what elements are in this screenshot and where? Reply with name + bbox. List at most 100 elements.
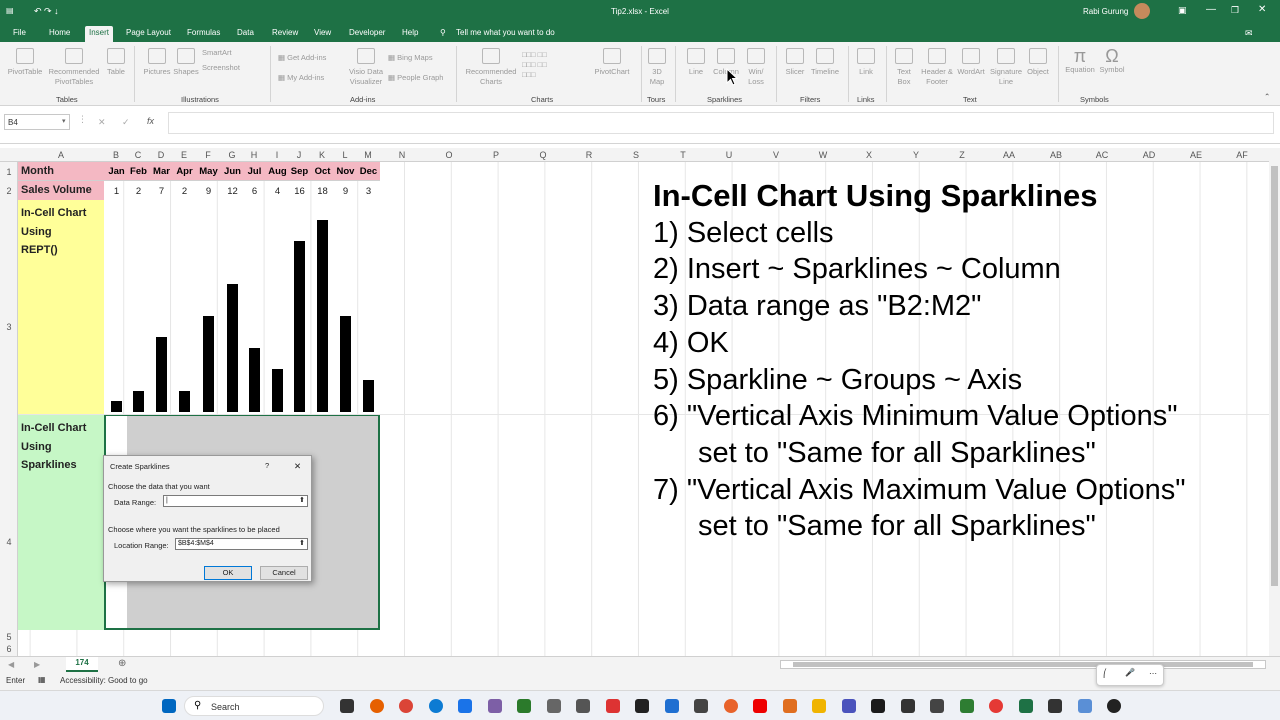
name-box[interactable]: B4 xyxy=(4,114,70,130)
excel-icon[interactable] xyxy=(1019,699,1033,713)
vertical-scroll-thumb[interactable] xyxy=(1271,166,1278,586)
tab-developer[interactable]: Developer xyxy=(349,28,385,37)
sales-apr[interactable]: 2 xyxy=(173,186,196,197)
recommended-pivottables-button[interactable]: Recommended PivotTables xyxy=(44,48,104,87)
tab-help[interactable]: Help xyxy=(402,28,418,37)
column-header-e[interactable]: E xyxy=(174,150,194,160)
pivotchart-button[interactable]: PivotChart xyxy=(590,48,634,77)
recommended-charts-button[interactable]: Recommended Charts xyxy=(462,48,520,87)
column-header-t[interactable]: T xyxy=(673,150,693,160)
row-header-6[interactable]: 6 xyxy=(0,644,18,654)
month-dec[interactable]: Dec xyxy=(357,166,380,177)
edge-icon[interactable] xyxy=(429,699,443,713)
user-name[interactable]: Rabi Gurung xyxy=(1083,7,1128,16)
link-button[interactable]: Link xyxy=(852,48,880,77)
column-header-r[interactable]: R xyxy=(579,150,599,160)
text-box-button[interactable]: Text Box xyxy=(892,48,916,87)
column-header-s[interactable]: S xyxy=(626,150,646,160)
equation-button[interactable]: π Equation xyxy=(1062,47,1098,75)
app-icon[interactable] xyxy=(488,699,502,713)
month-oct[interactable]: Oct xyxy=(311,166,334,177)
shapes-button[interactable]: Shapes xyxy=(172,48,200,77)
column-header-u[interactable]: U xyxy=(719,150,739,160)
column-header-m[interactable]: M xyxy=(358,150,378,160)
column-header-j[interactable]: J xyxy=(289,150,309,160)
app-icon[interactable] xyxy=(901,699,915,713)
sales-nov[interactable]: 9 xyxy=(334,186,357,197)
app-icon[interactable] xyxy=(960,699,974,713)
column-header-ae[interactable]: AE xyxy=(1186,150,1206,160)
close-icon[interactable]: ✕ xyxy=(1258,4,1266,15)
tab-home[interactable]: Home xyxy=(49,28,70,37)
slicer-button[interactable]: Slicer xyxy=(782,48,808,77)
app-icon[interactable] xyxy=(783,699,797,713)
month-feb[interactable]: Feb xyxy=(127,166,150,177)
sparkline-line-button[interactable]: Line xyxy=(682,48,710,77)
avatar[interactable] xyxy=(1134,3,1150,19)
month-jan[interactable]: Jan xyxy=(105,166,128,177)
screenshot-button[interactable]: Screenshot xyxy=(202,63,240,73)
teams-icon[interactable] xyxy=(842,699,856,713)
cell-a1[interactable]: Month xyxy=(18,162,104,181)
column-header-q[interactable]: Q xyxy=(533,150,553,160)
column-header-ac[interactable]: AC xyxy=(1092,150,1112,160)
insert-function-icon[interactable]: fx xyxy=(147,116,154,126)
formula-input[interactable] xyxy=(168,112,1274,134)
row-header-4[interactable]: 4 xyxy=(0,537,18,547)
sheet-tab-174[interactable]: 174 xyxy=(66,657,98,672)
sales-aug[interactable]: 4 xyxy=(266,186,289,197)
ok-button[interactable]: OK xyxy=(204,566,252,580)
name-box-dropdown-icon[interactable]: ▾ xyxy=(62,117,66,125)
app-icon[interactable] xyxy=(724,699,738,713)
month-may[interactable]: May xyxy=(197,166,220,177)
column-header-n[interactable]: N xyxy=(392,150,412,160)
symbol-button[interactable]: Ω Symbol xyxy=(1098,47,1126,75)
column-header-af[interactable]: AF xyxy=(1232,150,1252,160)
column-header-p[interactable]: P xyxy=(486,150,506,160)
row-header-1[interactable]: 1 xyxy=(0,167,18,177)
month-apr[interactable]: Apr xyxy=(173,166,196,177)
sales-oct[interactable]: 18 xyxy=(311,186,334,197)
cell-a3[interactable]: In-Cell Chart Using REPT() xyxy=(18,200,104,414)
collapse-dialog-icon[interactable]: ⬆ xyxy=(299,539,305,547)
3d-map-button[interactable]: 3D Map xyxy=(645,48,669,87)
sales-jul[interactable]: 6 xyxy=(243,186,266,197)
microphone-icon[interactable]: 🎤 xyxy=(1125,668,1135,677)
new-sheet-button[interactable]: ⊕ xyxy=(118,658,126,669)
tab-review[interactable]: Review xyxy=(272,28,298,37)
app-icon[interactable] xyxy=(1107,699,1121,713)
visio-data-visualizer-button[interactable]: Visio Data Visualizer xyxy=(344,48,388,87)
help-icon[interactable]: ? xyxy=(265,461,269,470)
horizontal-scroll-thumb[interactable] xyxy=(793,662,1253,667)
collapse-dialog-icon[interactable]: ⬆ xyxy=(299,496,305,504)
ribbon-display-icon[interactable]: ▣ xyxy=(1178,5,1187,16)
windows-start-icon[interactable] xyxy=(162,699,176,713)
row-header-2[interactable]: 2 xyxy=(0,186,18,196)
column-header-i[interactable]: I xyxy=(267,150,287,160)
column-header-g[interactable]: G xyxy=(222,150,242,160)
calendar-icon[interactable] xyxy=(458,699,472,713)
my-addins-button[interactable]: ▦ My Add-ins xyxy=(278,73,324,83)
wordart-button[interactable]: WordArt xyxy=(956,48,986,77)
restore-icon[interactable]: ❐ xyxy=(1231,5,1239,16)
column-header-h[interactable]: H xyxy=(244,150,264,160)
people-graph-button[interactable]: ▦ People Graph xyxy=(388,73,443,83)
header-footer-button[interactable]: Header & Footer xyxy=(918,48,956,87)
next-sheet-icon[interactable]: ▶ xyxy=(34,660,40,669)
sales-dec[interactable]: 3 xyxy=(357,186,380,197)
column-header-ad[interactable]: AD xyxy=(1139,150,1159,160)
sales-mar[interactable]: 7 xyxy=(150,186,173,197)
sales-jan[interactable]: 1 xyxy=(105,186,128,197)
signature-line-button[interactable]: Signature Line xyxy=(988,48,1024,87)
sales-jun[interactable]: 12 xyxy=(221,186,244,197)
macro-record-icon[interactable]: ▦ xyxy=(38,675,46,684)
column-header-aa[interactable]: AA xyxy=(999,150,1019,160)
app-icon[interactable] xyxy=(989,699,1003,713)
tell-me-search[interactable]: Tell me what you want to do xyxy=(456,28,555,37)
sales-sep[interactable]: 16 xyxy=(288,186,311,197)
get-addins-button[interactable]: ▦ Get Add-ins xyxy=(278,53,326,63)
davinci-icon[interactable] xyxy=(635,699,649,713)
table-button[interactable]: Table xyxy=(104,48,128,77)
column-header-z[interactable]: Z xyxy=(952,150,972,160)
month-nov[interactable]: Nov xyxy=(334,166,357,177)
